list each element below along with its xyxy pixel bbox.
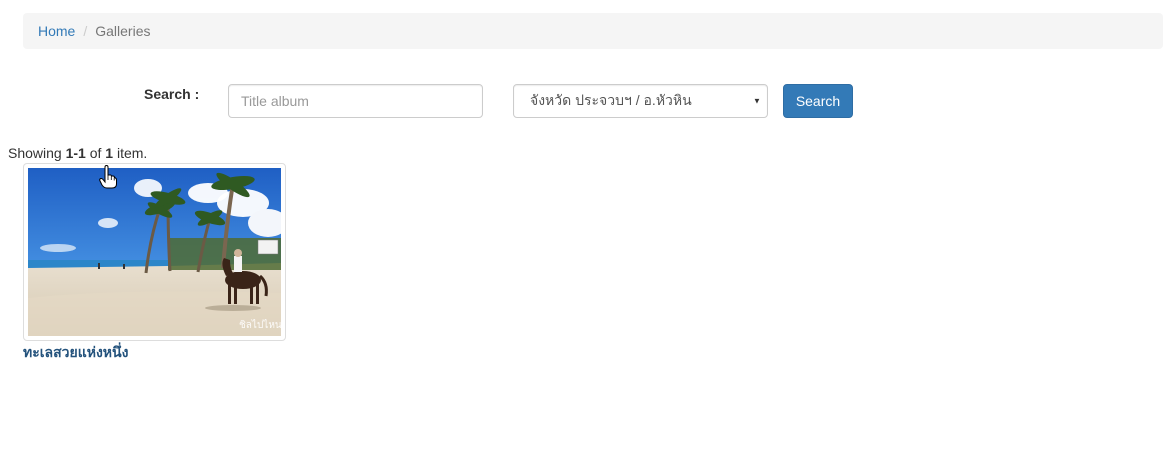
summary-range: 1-1 xyxy=(65,145,86,161)
breadcrumb-current: Galleries xyxy=(95,23,151,39)
summary-prefix: Showing xyxy=(8,145,66,161)
summary-suffix: item. xyxy=(113,145,148,161)
province-select[interactable]: จังหวัด ประจวบฯ / อ.หัวหิน ▼ xyxy=(513,84,768,118)
search-button[interactable]: Search xyxy=(783,84,853,118)
province-select-value: จังหวัด ประจวบฯ / อ.หัวหิน xyxy=(530,92,692,108)
album-title-link[interactable]: ทะเลสวยแห่งหนึ่ง xyxy=(23,342,128,364)
search-input[interactable] xyxy=(228,84,483,118)
summary-middle: of xyxy=(85,145,106,161)
search-label: Search : xyxy=(144,86,200,102)
album-thumbnail[interactable]: ชิลไปไหน xyxy=(23,163,286,341)
summary-total: 1 xyxy=(105,145,114,161)
results-summary: Showing 1-1 of 1 item. xyxy=(8,145,147,161)
image-watermark: ชิลไปไหน xyxy=(239,319,281,331)
beach-photo: ชิลไปไหน xyxy=(28,168,281,336)
breadcrumb: Home / Galleries xyxy=(23,13,1163,49)
caret-down-icon: ▼ xyxy=(753,96,761,106)
breadcrumb-separator: / xyxy=(83,23,88,39)
breadcrumb-home-link[interactable]: Home xyxy=(38,23,75,39)
